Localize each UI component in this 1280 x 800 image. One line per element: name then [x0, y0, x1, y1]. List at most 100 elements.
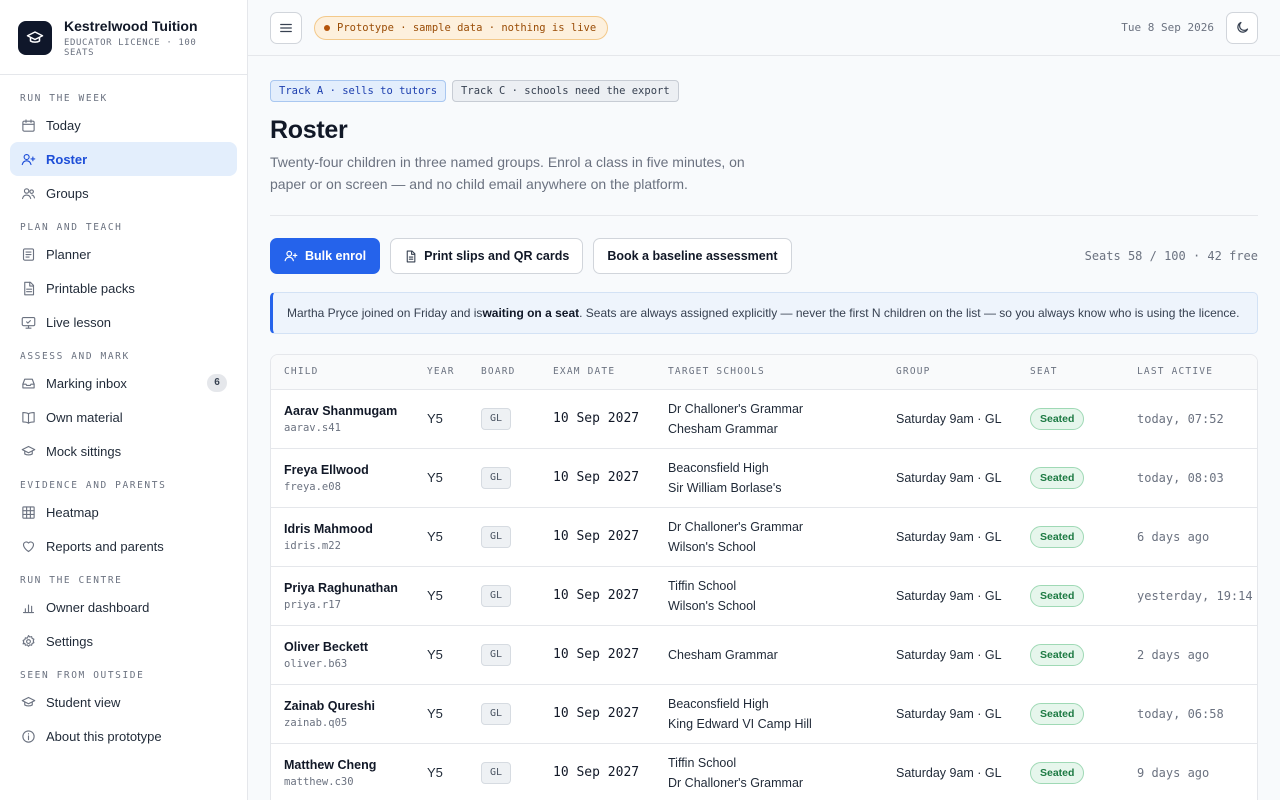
- gear-icon: [20, 633, 36, 649]
- exam-date-cell: 10 Sep 2027: [540, 448, 655, 508]
- count-badge: 6: [207, 374, 227, 392]
- last-active-cell: today, 08:03: [1124, 448, 1257, 508]
- board-cell: GL: [468, 743, 540, 800]
- print-slips-button[interactable]: Print slips and QR cards: [390, 238, 584, 274]
- year-cell: Y5: [414, 684, 468, 744]
- table-row[interactable]: Priya Raghunathan priya.r17 Y5 GL 10 Sep 202…: [271, 566, 1257, 626]
- target-school: Chesham Grammar: [668, 647, 778, 662]
- sidebar-item-label: Today: [46, 117, 81, 133]
- sidebar-item-label: Student view: [46, 694, 121, 710]
- sidebar-item-student-view[interactable]: Student view: [10, 685, 237, 719]
- column-header[interactable]: EXAM DATE: [540, 355, 655, 390]
- track-c-tag: Track C · schools need the export: [452, 80, 679, 102]
- sidebar-item-live-lesson[interactable]: Live lesson: [10, 305, 237, 339]
- child-name[interactable]: Zainab Qureshi: [284, 699, 401, 713]
- action-bar: Bulk enrol Print slips and QR cards Book…: [270, 238, 1258, 274]
- target-schools-cell: Tiffin School Dr Challoner's Grammar: [655, 743, 883, 800]
- sidebar-item-owner-dashboard[interactable]: Owner dashboard: [10, 590, 237, 624]
- column-header[interactable]: SEAT: [1017, 355, 1124, 390]
- table-row[interactable]: Zainab Qureshi zainab.q05 Y5 GL 10 Sep 2027 B…: [271, 684, 1257, 744]
- child-username: aarav.s41: [284, 421, 341, 434]
- last-active-cell: yesterday, 19:14: [1124, 566, 1257, 626]
- year-cell: Y5: [414, 448, 468, 508]
- current-date: Tue 8 Sep 2026: [1121, 21, 1214, 34]
- column-header[interactable]: LAST ACTIVE: [1124, 355, 1257, 390]
- users-icon: [20, 185, 36, 201]
- column-header[interactable]: YEAR: [414, 355, 468, 390]
- content: Track A · sells to tutors Track C · scho…: [248, 56, 1280, 800]
- board-badge: GL: [481, 702, 512, 725]
- bulk-enrol-button[interactable]: Bulk enrol: [270, 238, 381, 274]
- sidebar-item-heatmap[interactable]: Heatmap: [10, 495, 237, 529]
- book-baseline-button[interactable]: Book a baseline assessment: [593, 238, 792, 274]
- sidebar-item-label: Reports and parents: [46, 538, 164, 554]
- board-badge: GL: [481, 584, 512, 607]
- user-plus-icon: [20, 151, 36, 167]
- planner-icon: [20, 246, 36, 262]
- sidebar-item-roster[interactable]: Roster: [10, 142, 237, 176]
- child-name[interactable]: Freya Ellwood: [284, 463, 401, 477]
- target-schools-cell: Tiffin School Wilson's School: [655, 566, 883, 626]
- info-icon: [20, 728, 36, 744]
- document-icon: [20, 280, 36, 296]
- sidebar-item-reports-and-parents[interactable]: Reports and parents: [10, 529, 237, 563]
- seat-status-badge: Seated: [1030, 407, 1085, 430]
- nav-section-title: RUN THE CENTRE: [20, 575, 123, 586]
- table-row[interactable]: Matthew Cheng matthew.c30 Y5 GL 10 Sep 2027 T…: [271, 743, 1257, 800]
- sidebar-item-today[interactable]: Today: [10, 108, 237, 142]
- target-school: Wilson's School: [668, 539, 756, 554]
- sidebar-item-label: Live lesson: [46, 314, 112, 330]
- print-slips-label: Print slips and QR cards: [424, 249, 570, 263]
- table-row[interactable]: Idris Mahmood idris.m22 Y5 GL 10 Sep 2027 Dr …: [271, 507, 1257, 567]
- seat-status-badge: Seated: [1030, 584, 1085, 607]
- board-badge: GL: [481, 761, 512, 784]
- table-row[interactable]: Aarav Shanmugam aarav.s41 Y5 GL 10 Sep 2027 D…: [271, 389, 1257, 449]
- child-cell: Zainab Qureshi zainab.q05: [271, 684, 414, 744]
- track-tags: Track A · sells to tutors Track C · scho…: [270, 80, 1258, 102]
- theme-toggle-button[interactable]: [1226, 11, 1258, 44]
- graduation-cap-icon: [20, 694, 36, 710]
- exam-date-cell: 10 Sep 2027: [540, 507, 655, 567]
- target-school: Chesham Grammar: [668, 421, 778, 436]
- sidebar-item-printable-packs[interactable]: Printable packs: [10, 271, 237, 305]
- sidebar-item-own-material[interactable]: Own material: [10, 400, 237, 434]
- target-school: Tiffin School: [668, 755, 737, 770]
- seat-status-badge: Seated: [1030, 466, 1085, 489]
- board-badge: GL: [481, 643, 512, 666]
- divider: [270, 215, 1258, 216]
- column-header[interactable]: BOARD: [468, 355, 540, 390]
- menu-button[interactable]: [270, 11, 302, 44]
- child-name[interactable]: Matthew Cheng: [284, 758, 401, 772]
- group-cell: Saturday 9am · GL: [883, 448, 1017, 508]
- sidebar-item-groups[interactable]: Groups: [10, 176, 237, 210]
- sidebar-item-marking-inbox[interactable]: Marking inbox 6: [10, 366, 237, 400]
- column-header[interactable]: TARGET SCHOOLS: [655, 355, 883, 390]
- target-school: Tiffin School: [668, 578, 737, 593]
- child-name[interactable]: Priya Raghunathan: [284, 581, 401, 595]
- page-description: Twenty-four children in three named grou…: [270, 154, 745, 192]
- child-cell: Freya Ellwood freya.e08: [271, 448, 414, 508]
- sidebar-item-settings[interactable]: Settings: [10, 624, 237, 658]
- year-cell: Y5: [414, 566, 468, 626]
- last-active-cell: today, 06:58: [1124, 684, 1257, 744]
- table-row[interactable]: Oliver Beckett oliver.b63 Y5 GL 10 Sep 2027 C…: [271, 625, 1257, 685]
- column-header[interactable]: CHILD: [271, 355, 414, 390]
- board-cell: GL: [468, 566, 540, 626]
- prototype-badge: Prototype · sample data · nothing is liv…: [314, 15, 609, 40]
- column-header[interactable]: GROUP: [883, 355, 1017, 390]
- sidebar-item-label: Mock sittings: [46, 443, 122, 459]
- child-name[interactable]: Aarav Shanmugam: [284, 404, 401, 418]
- board-badge: GL: [481, 407, 512, 430]
- sidebar-item-label: Heatmap: [46, 504, 99, 520]
- seat-notice: Martha Pryce joined on Friday and is wai…: [270, 292, 1258, 334]
- child-name[interactable]: Oliver Beckett: [284, 640, 401, 654]
- heart-icon: [20, 538, 36, 554]
- sidebar-item-about-this-prototype[interactable]: About this prototype: [10, 719, 237, 753]
- child-name[interactable]: Idris Mahmood: [284, 522, 401, 536]
- sidebar-item-planner[interactable]: Planner: [10, 237, 237, 271]
- sidebar-item-mock-sittings[interactable]: Mock sittings: [10, 434, 237, 468]
- board-cell: GL: [468, 684, 540, 744]
- target-schools-cell: Beaconsfield High King Edward VI Camp Hil…: [655, 684, 883, 744]
- table-row[interactable]: Freya Ellwood freya.e08 Y5 GL 10 Sep 2027 Bea…: [271, 448, 1257, 508]
- book-baseline-label: Book a baseline assessment: [607, 249, 778, 263]
